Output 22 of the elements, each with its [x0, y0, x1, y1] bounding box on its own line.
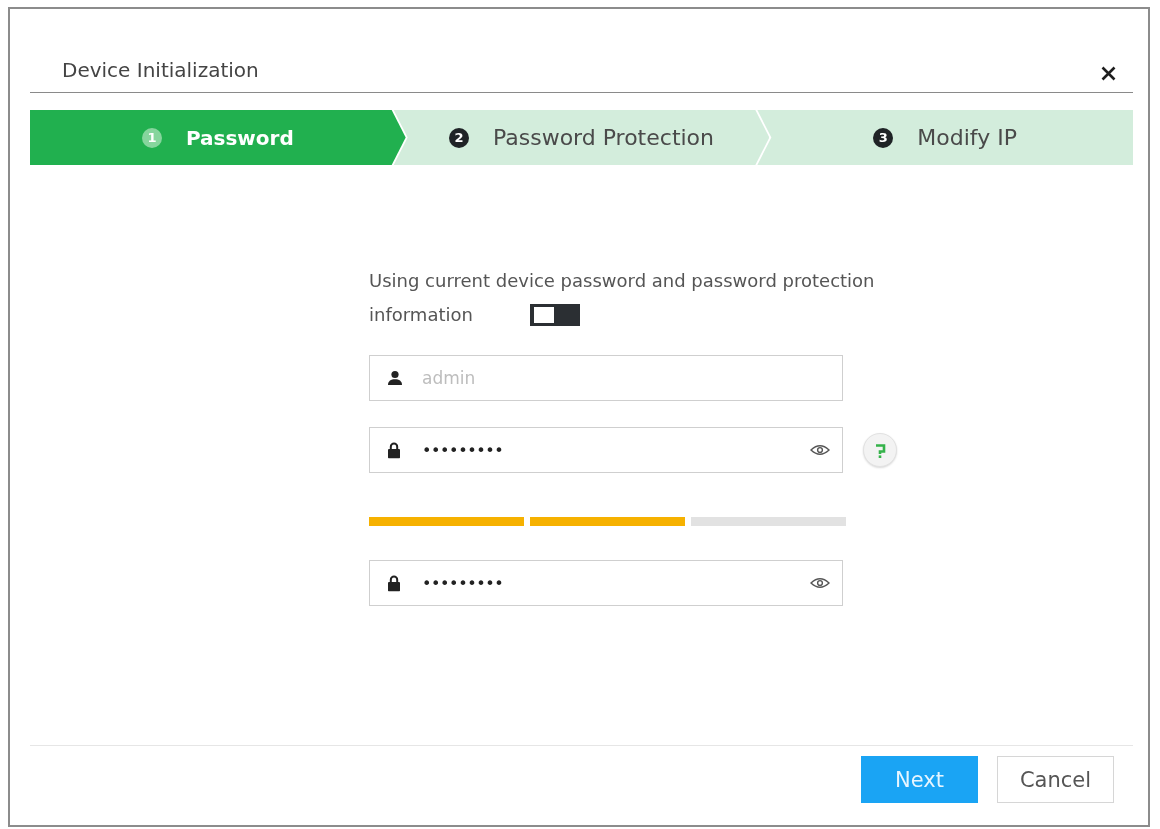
option-label: information [369, 304, 473, 325]
step-number: 2 [448, 127, 469, 148]
step-label: Password Protection [492, 125, 715, 150]
option-label: Using current device password and password protection [369, 270, 875, 291]
help-button[interactable] [863, 433, 897, 467]
lock-icon [387, 441, 401, 459]
step-number: 3 [873, 127, 894, 148]
step-number: 1 [141, 127, 162, 148]
toggle-switch[interactable] [529, 304, 580, 326]
dialog-title: Device Initialization [62, 59, 259, 81]
password-field[interactable]: ••••••••• [369, 427, 843, 473]
cancel-button[interactable]: Cancel [997, 756, 1114, 803]
password-field[interactable]: ••••••••• [369, 560, 843, 606]
username-field[interactable]: admin [369, 355, 843, 401]
help-icon [874, 442, 886, 458]
step-label: Modify IP [917, 125, 1017, 150]
close-icon[interactable] [1101, 66, 1116, 81]
eye-icon[interactable] [810, 577, 830, 589]
step-label: Password [185, 125, 294, 150]
lock-icon [387, 574, 401, 592]
eye-icon[interactable] [810, 444, 830, 456]
user-icon [387, 370, 403, 386]
